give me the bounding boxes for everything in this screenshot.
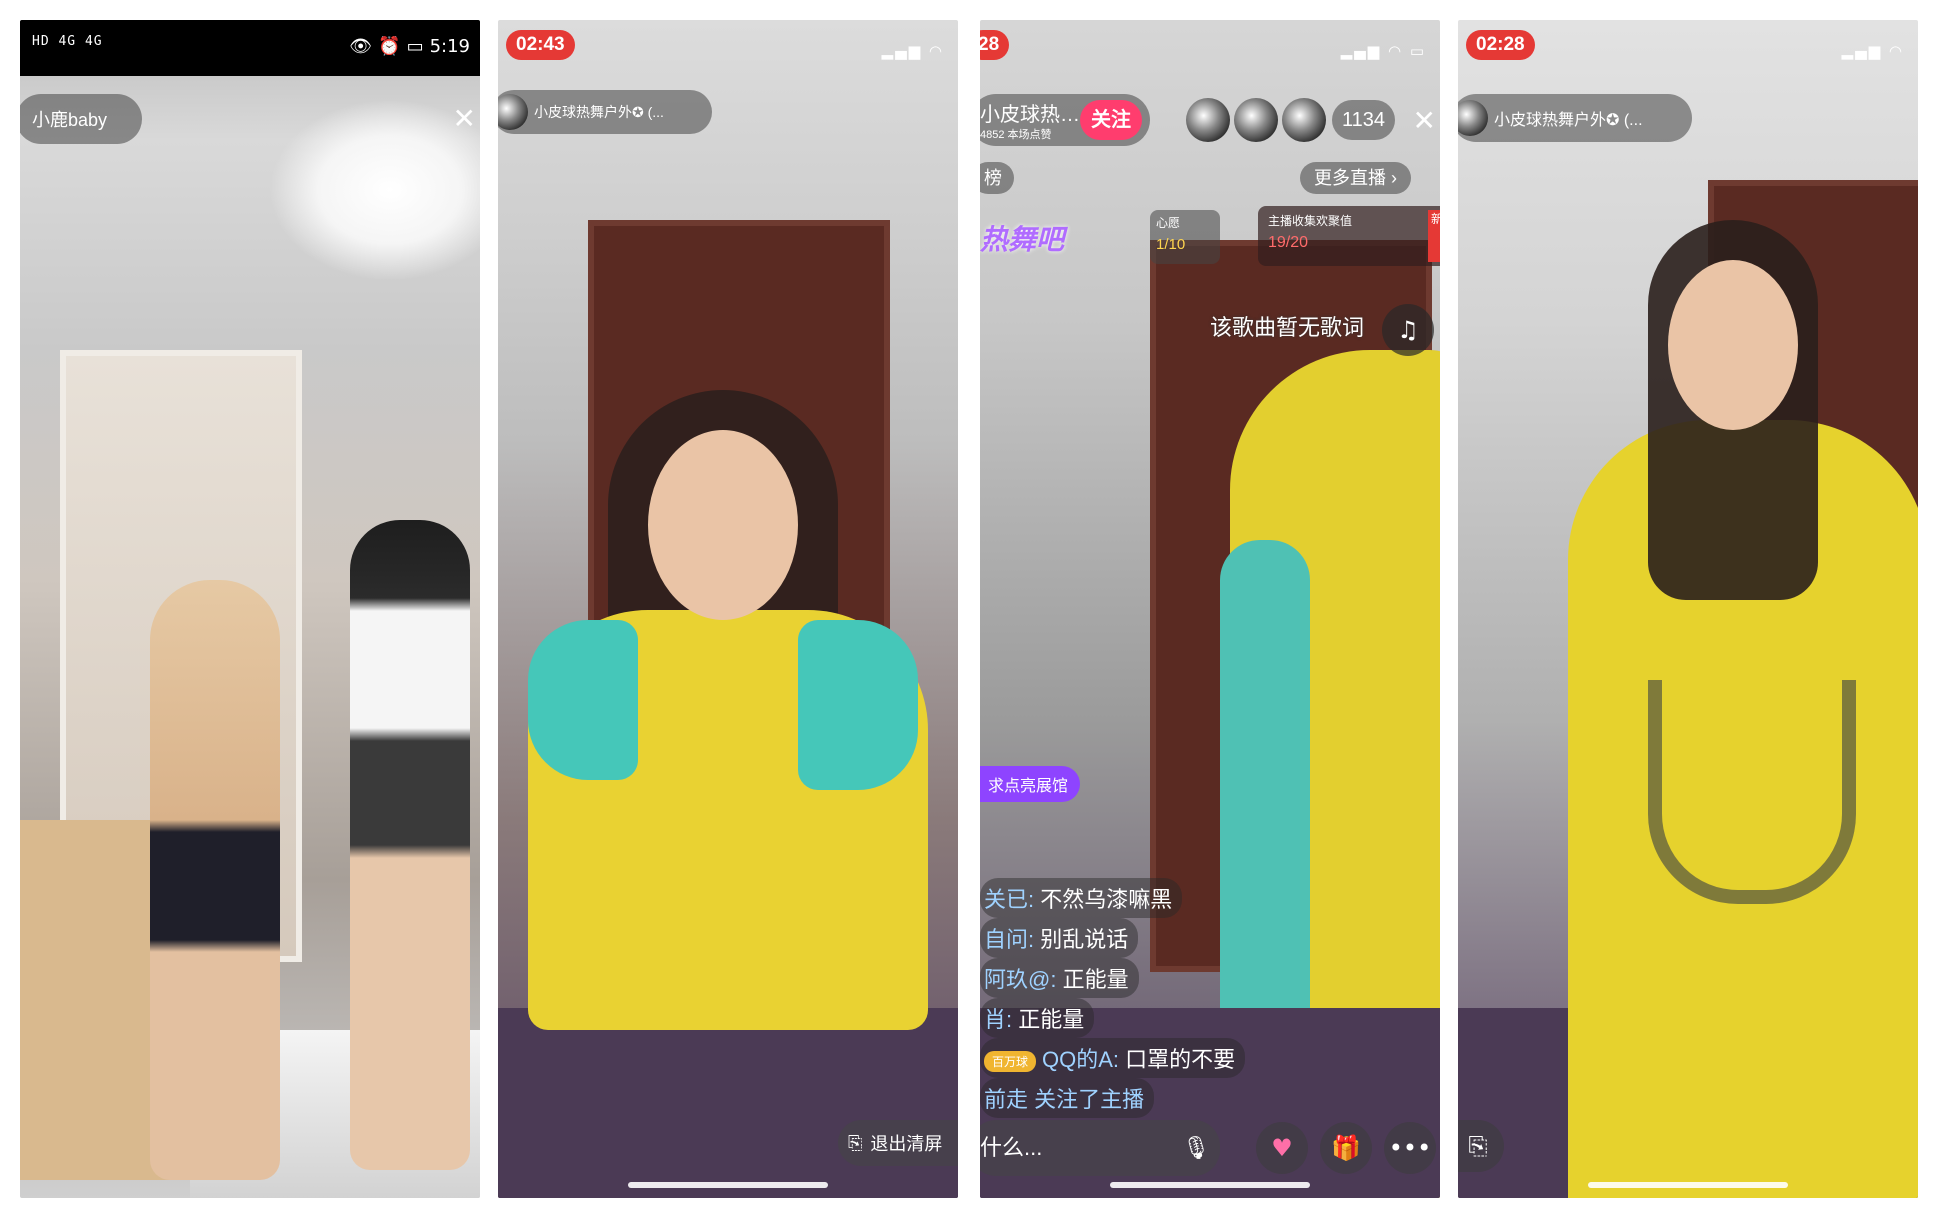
viewer-avatar[interactable] (1234, 98, 1278, 142)
more-icon[interactable]: ••• (1384, 1122, 1436, 1174)
exit-clear-label: 退出清屏 (870, 1134, 943, 1154)
likes-count: 4852 本场点赞 (980, 129, 1052, 141)
wish-label: 心愿 (1156, 216, 1181, 230)
wish-widget[interactable]: 心愿 1/10 (1150, 210, 1220, 264)
eye-icon: 👁 (349, 36, 373, 57)
streamer-name: 小鹿baby (32, 110, 108, 130)
follow-button[interactable]: 关注 (1080, 100, 1142, 140)
rank-button[interactable]: 榜 (980, 162, 1014, 194)
music-disc-icon[interactable]: ♫ (1382, 304, 1434, 356)
signal-wifi-icon: ▂▄▆ ◠ ▭ (1340, 42, 1426, 60)
wish-progress: 1/10 (1156, 236, 1186, 253)
collect-progress: 19/20 (1268, 234, 1309, 251)
close-icon[interactable]: ✕ (453, 102, 476, 135)
streamer-avatar (498, 94, 528, 130)
home-indicator (1110, 1182, 1310, 1188)
close-icon[interactable]: ✕ (1413, 104, 1436, 137)
viewer-avatars (1186, 98, 1326, 142)
alarm-icon: ⏰ (378, 36, 401, 57)
yoga-mat (498, 1008, 958, 1198)
screenshot-panel-3: 28 ▂▄▆ ◠ ▭ 小皮球热… 4852 本场点赞 关注 1134 ✕ 榜 更… (980, 20, 1440, 1198)
streamer-pill[interactable]: 小皮球热舞户外✪ (... (1458, 94, 1692, 142)
video-frame (498, 20, 958, 1198)
streamer-pill[interactable]: 小皮球热… 4852 本场点赞 关注 (980, 94, 1150, 146)
recording-time-badge: 02:28 (1466, 30, 1535, 60)
status-bar: HD 4G 4G 👁 ⏰ ▭ 5:19 (20, 20, 480, 76)
home-indicator (1588, 1182, 1788, 1188)
new-tag: 新 (1428, 210, 1440, 262)
recording-time-badge: 02:43 (506, 30, 575, 60)
streamer-pill[interactable]: 小鹿baby (20, 94, 142, 144)
sleeve-right (798, 620, 918, 790)
streamer-name: 小皮球热舞户外✪ (... (534, 104, 664, 120)
comment-placeholder: 什么... (980, 1135, 1043, 1160)
signal-indicator: HD 4G 4G (32, 34, 103, 49)
more-live-button[interactable]: 更多直播 › (1300, 162, 1411, 194)
chat-message: 阿玖@: 正能量 (980, 958, 1139, 998)
dance-badge: 热舞吧 (980, 223, 1065, 256)
person-left (150, 580, 280, 1180)
viewer-avatar[interactable] (1186, 98, 1230, 142)
streamer-name: 小皮球热舞户外✪ (... (1494, 112, 1643, 129)
chat-message: 肖: 正能量 (980, 998, 1095, 1038)
face (1668, 260, 1798, 430)
signal-wifi-icon: ▂▄▆ ◠ (1841, 42, 1904, 60)
microphone-icon[interactable]: 🎙 (1182, 1120, 1210, 1176)
smile-print (1648, 680, 1856, 904)
collect-widget[interactable]: 主播收集欢聚值 19/20 新 (1258, 206, 1440, 266)
streamer-pill[interactable]: 小皮球热舞户外✪ (... (498, 90, 712, 134)
sleeve-left (528, 620, 638, 780)
rank-badge: 百万球 (984, 1050, 1037, 1072)
status-time: 5:19 (429, 36, 470, 57)
chat-message: 百万球 QQ的A: 口罩的不要 (980, 1038, 1246, 1078)
video-frame (20, 20, 480, 1198)
chat-message: 自问: 别乱说话 (980, 918, 1139, 958)
video-frame (1458, 20, 1918, 1198)
streamer-name: 小皮球热… (980, 104, 1080, 126)
comment-input[interactable]: 什么... 🎙 (980, 1120, 1220, 1176)
streamer-avatar (1458, 100, 1488, 136)
exit-clear-button[interactable]: ⎘ 退出清屏 (838, 1120, 958, 1166)
viewer-count[interactable]: 1134 (1332, 100, 1396, 140)
chat-message: 前走 关注了主播 (980, 1078, 1155, 1118)
viewer-avatar[interactable] (1282, 98, 1326, 142)
showcase-button[interactable]: 求点亮展馆 (980, 766, 1081, 802)
chat-message: 关已: 不然乌漆嘛黑 (980, 878, 1183, 918)
screenshot-panel-2: 02:43 ▂▄▆ ◠ 小皮球热舞户外✪ (... ⎘ 退出清屏 (498, 20, 958, 1198)
gift-icon[interactable]: 🎁 (1320, 1122, 1372, 1174)
heart-icon[interactable]: ♥ (1256, 1122, 1308, 1174)
screenshot-panel-4: 02:28 ▂▄▆ ◠ 小皮球热舞户外✪ (... ⎘ (1458, 20, 1918, 1198)
person-right (350, 520, 470, 1170)
signal-wifi-icon: ▂▄▆ ◠ (881, 42, 944, 60)
collect-label: 主播收集欢聚值 (1268, 214, 1353, 228)
screenshot-panel-1: HD 4G 4G 👁 ⏰ ▭ 5:19 小鹿baby ✕ (20, 20, 480, 1198)
status-icons: 👁 ⏰ ▭ 5:19 (349, 36, 470, 57)
more-live-label: 更多直播 (1314, 168, 1386, 188)
clear-screen-icon: ⎘ (848, 1132, 863, 1153)
no-lyrics-label: 该歌曲暂无歌词 (1210, 316, 1365, 341)
home-indicator (628, 1182, 828, 1188)
battery-icon: ▭ (406, 36, 424, 57)
face (648, 430, 798, 620)
